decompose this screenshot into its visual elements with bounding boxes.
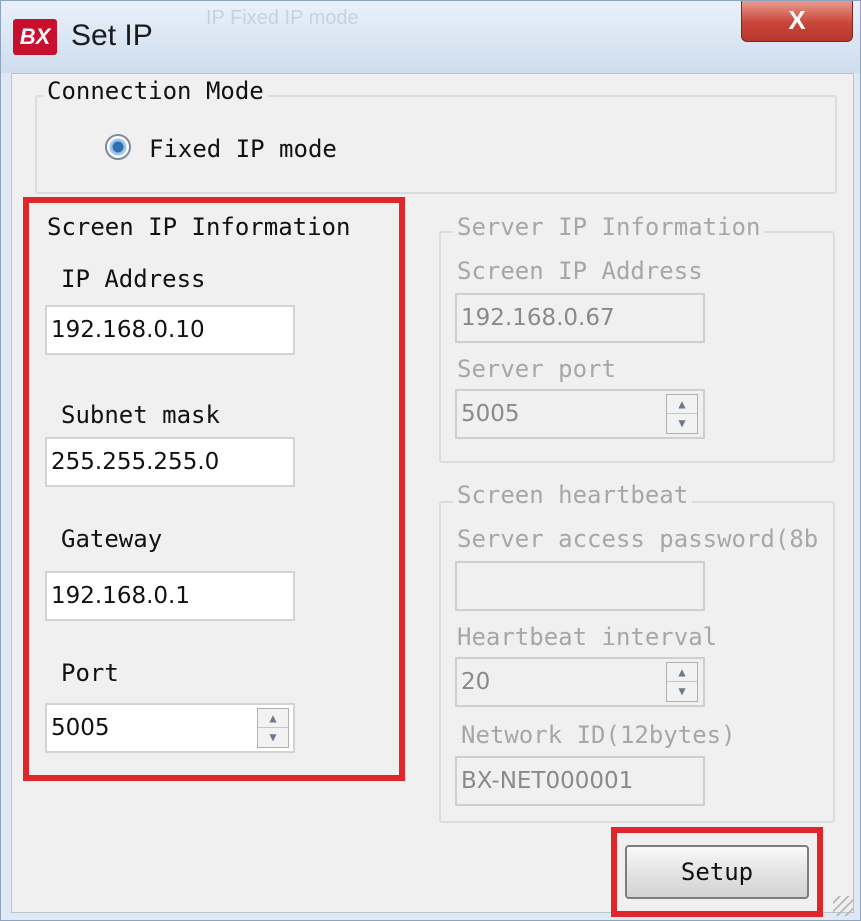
setup-highlight-box [611,827,823,917]
server-port-label: Server port [457,355,616,383]
heartbeat-legend: Screen heartbeat [453,481,693,509]
server-ip-legend: Server IP Information [453,213,765,241]
heartbeat-interval-spinner: ▲ ▼ [666,662,698,702]
close-button[interactable]: X [741,1,853,42]
spin-down-icon: ▼ [678,416,686,430]
background-window-title: IP Fixed IP mode [206,7,359,29]
server-port-spinner: ▲ ▼ [666,394,698,434]
server-screen-ip-label: Screen IP Address [457,257,703,285]
spin-down-icon: ▼ [678,684,686,698]
spin-up-icon: ▲ [667,395,697,414]
window-title: Set IP [71,19,153,52]
screen-ip-highlight-box [23,197,405,781]
network-id-input: BX-NET000001 [455,756,705,806]
server-password-label: Server access password(8b [457,525,819,553]
app-logo-icon: BX [13,19,57,55]
server-password-input [455,561,705,611]
set-ip-window: BX Set IP IP Fixed IP mode X Connection … [0,0,861,921]
resize-grip-icon[interactable] [833,896,853,916]
heartbeat-interval-label: Heartbeat interval [457,623,718,651]
spin-up-icon: ▲ [667,663,697,682]
network-id-label: Network ID(12bytes) [461,721,736,749]
connection-mode-legend: Connection Mode [43,77,268,105]
fixed-ip-label[interactable]: Fixed IP mode [149,135,337,163]
title-bar[interactable]: BX Set IP IP Fixed IP mode X [1,1,860,73]
fixed-ip-radio[interactable] [105,134,131,160]
server-screen-ip-input: 192.168.0.67 [455,293,705,343]
